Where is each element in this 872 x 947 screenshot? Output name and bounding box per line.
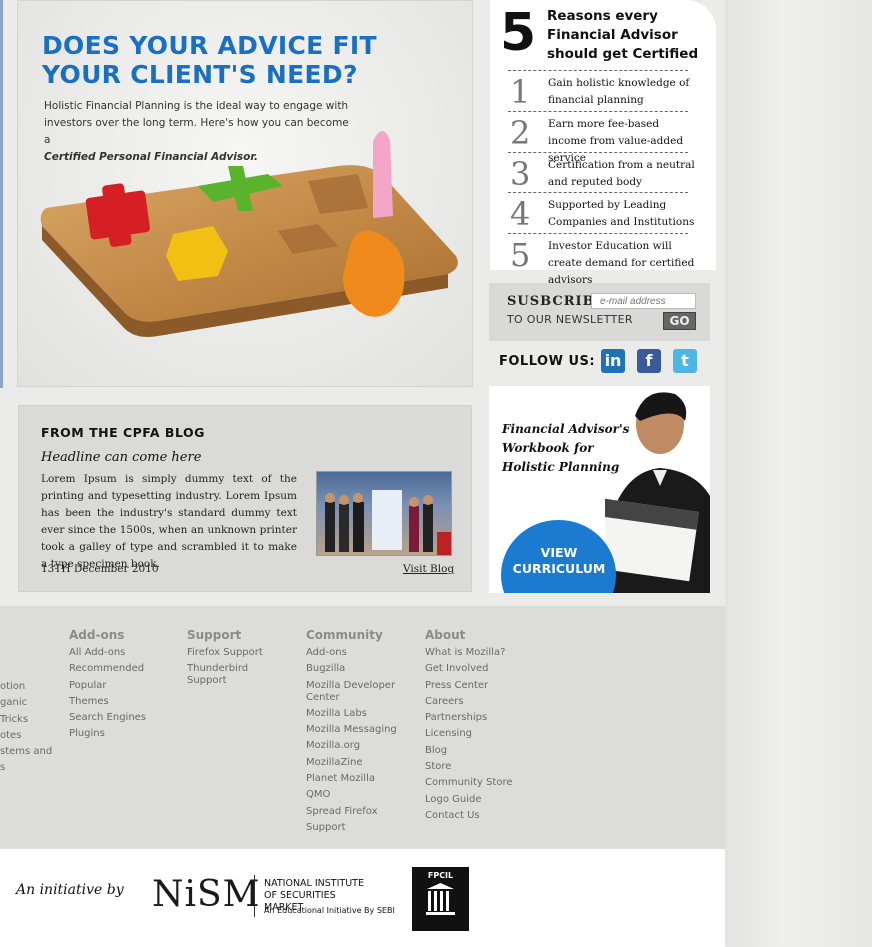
- footer-link[interactable]: Themes: [69, 696, 146, 708]
- footer-link[interactable]: Careers: [425, 696, 513, 708]
- blog-photo-people: [325, 490, 451, 555]
- footer-link[interactable]: Licensing: [425, 728, 513, 740]
- footer-link[interactable]: Press Center: [425, 680, 513, 692]
- reason-item: 2 Earn more fee-based income from value-…: [508, 111, 688, 164]
- newsletter-subscribe: SUSBCRIBE TO OUR NEWSLETTER GO: [489, 283, 710, 341]
- footer-link[interactable]: Firefox Support: [187, 647, 282, 659]
- reason-item: 3 Certification from a neutral and reput…: [508, 152, 695, 193]
- hero-banner[interactable]: DOES YOUR ADVICE FIT YOUR CLIENT'S NEED?…: [17, 0, 473, 387]
- footer-link[interactable]: QMO: [306, 789, 416, 801]
- hero-title: DOES YOUR ADVICE FIT YOUR CLIENT'S NEED?: [42, 31, 377, 89]
- advisor-photo: [605, 392, 710, 593]
- footer-link[interactable]: otion: [0, 681, 52, 693]
- footer-link[interactable]: Planet Mozilla: [306, 773, 416, 785]
- footer-heading[interactable]: About: [425, 628, 513, 642]
- facebook-icon[interactable]: f: [637, 349, 661, 373]
- footer-link[interactable]: Tricks: [0, 714, 52, 726]
- initiative-label: An initiative by: [16, 882, 124, 898]
- footer-link[interactable]: Bugzilla: [306, 663, 416, 675]
- site-footer: otion ganic Tricks otes stems and s Add-…: [0, 606, 725, 849]
- linkedin-icon[interactable]: in: [601, 349, 625, 373]
- reasons-number: 5: [500, 3, 537, 63]
- footer-link[interactable]: Mozilla.org: [306, 740, 416, 752]
- workbook-promo[interactable]: Financial Advisor's Workbook for Holisti…: [489, 386, 710, 593]
- footer-link[interactable]: What is Mozilla?: [425, 647, 513, 659]
- blog-headline[interactable]: Headline can come here: [41, 450, 201, 465]
- reason-number: 3: [510, 155, 531, 193]
- workbook-title: Financial Advisor's Workbook for Holisti…: [502, 422, 630, 474]
- reason-number: 4: [510, 195, 531, 233]
- footer-link[interactable]: s: [0, 762, 52, 774]
- footer-link[interactable]: Thunderbird Support: [187, 663, 257, 687]
- footer-left-fragments: otion ganic Tricks otes stems and s: [0, 681, 52, 779]
- footer-heading[interactable]: Add-ons: [69, 628, 146, 642]
- visit-blog-link[interactable]: Visit Blog: [403, 563, 454, 575]
- reasons-panel: 5 Reasons every Financial Advisor should…: [490, 0, 716, 286]
- footer-link[interactable]: otes: [0, 730, 52, 742]
- reason-number: 2: [510, 114, 531, 152]
- pillar-icon: [426, 883, 455, 915]
- blog-panel: FROM THE CPFA BLOG Headline can come her…: [18, 405, 472, 592]
- footer-link[interactable]: Plugins: [69, 728, 146, 740]
- footer-link[interactable]: MozillaZine: [306, 757, 416, 769]
- nism-logo[interactable]: NiSM: [152, 874, 261, 915]
- fpcil-logo-text: FPCIL: [427, 871, 454, 880]
- reasons-title: Reasons every Financial Advisor should g…: [547, 8, 699, 62]
- footer-link[interactable]: Support: [306, 822, 416, 834]
- logo-divider: [254, 875, 255, 917]
- footer-link[interactable]: Popular: [69, 680, 146, 692]
- footer-link[interactable]: Blog: [425, 745, 513, 757]
- twitter-icon[interactable]: t: [673, 349, 697, 373]
- reason-text: Certification from a neutral and reputed…: [548, 159, 695, 188]
- footer-link[interactable]: ganic: [0, 697, 52, 709]
- fpcil-logo[interactable]: FPCIL: [412, 867, 469, 931]
- nism-subtitle: An Educational Initiative By SEBI: [264, 906, 395, 915]
- footer-link[interactable]: Store: [425, 761, 513, 773]
- left-edge-strip: [0, 0, 3, 388]
- footer-link[interactable]: Contact Us: [425, 810, 513, 822]
- footer-link[interactable]: Community Store: [425, 777, 513, 789]
- blog-heading: FROM THE CPFA BLOG: [41, 425, 205, 440]
- footer-column-addons: Add-ons All Add-ons Recommended Popular …: [69, 628, 146, 745]
- footer-heading[interactable]: Support: [187, 628, 282, 642]
- reason-number: 1: [510, 73, 531, 111]
- reason-number: 5: [510, 236, 531, 274]
- footer-link[interactable]: stems and: [0, 746, 52, 758]
- follow-us-label: FOLLOW US:: [499, 354, 596, 369]
- reason-item: 4 Supported by Leading Companies and Ins…: [508, 192, 694, 233]
- blog-photo[interactable]: [316, 471, 452, 556]
- blog-date: 13TH December 2010: [41, 563, 159, 575]
- page-background-right: [725, 0, 872, 947]
- subscribe-sublabel: TO OUR NEWSLETTER: [507, 313, 633, 326]
- reason-text: Investor Education will create demand fo…: [548, 240, 695, 286]
- footer-link[interactable]: Add-ons: [306, 647, 416, 659]
- footer-link[interactable]: Search Engines: [69, 712, 146, 724]
- email-input[interactable]: [591, 293, 696, 309]
- footer-link[interactable]: Recommended: [69, 663, 146, 675]
- go-button[interactable]: GO: [663, 312, 696, 330]
- reason-item: 1 Gain holistic knowledge of financial p…: [508, 70, 689, 111]
- footer-link[interactable]: Get Involved: [425, 663, 513, 675]
- footer-column-community: Community Add-ons Bugzilla Mozilla Devel…: [306, 628, 416, 838]
- initiative-bar: An initiative by NiSM NATIONAL INSTITUTE…: [0, 849, 725, 947]
- footer-column-support: Support Firefox Support Thunderbird Supp…: [187, 628, 282, 692]
- footer-link[interactable]: Mozilla Labs: [306, 708, 416, 720]
- reason-text: Gain holistic knowledge of financial pla…: [548, 77, 690, 106]
- blog-body: Lorem Ipsum is simply dummy text of the …: [41, 473, 297, 570]
- footer-link[interactable]: All Add-ons: [69, 647, 146, 659]
- puzzle-board-illustration: [40, 131, 458, 337]
- reason-text: Supported by Leading Companies and Insti…: [548, 199, 695, 228]
- footer-column-about: About What is Mozilla? Get Involved Pres…: [425, 628, 513, 826]
- footer-heading[interactable]: Community: [306, 628, 416, 642]
- footer-link[interactable]: Mozilla Messaging: [306, 724, 416, 736]
- footer-link[interactable]: Logo Guide: [425, 794, 513, 806]
- reason-item: 5 Investor Education will create demand …: [508, 233, 694, 286]
- footer-link[interactable]: Partnerships: [425, 712, 513, 724]
- view-curriculum-button[interactable]: VIEW CURRICULUM: [509, 545, 609, 577]
- footer-link[interactable]: Spread Firefox: [306, 806, 416, 818]
- footer-link[interactable]: Mozilla Developer Center: [306, 680, 401, 704]
